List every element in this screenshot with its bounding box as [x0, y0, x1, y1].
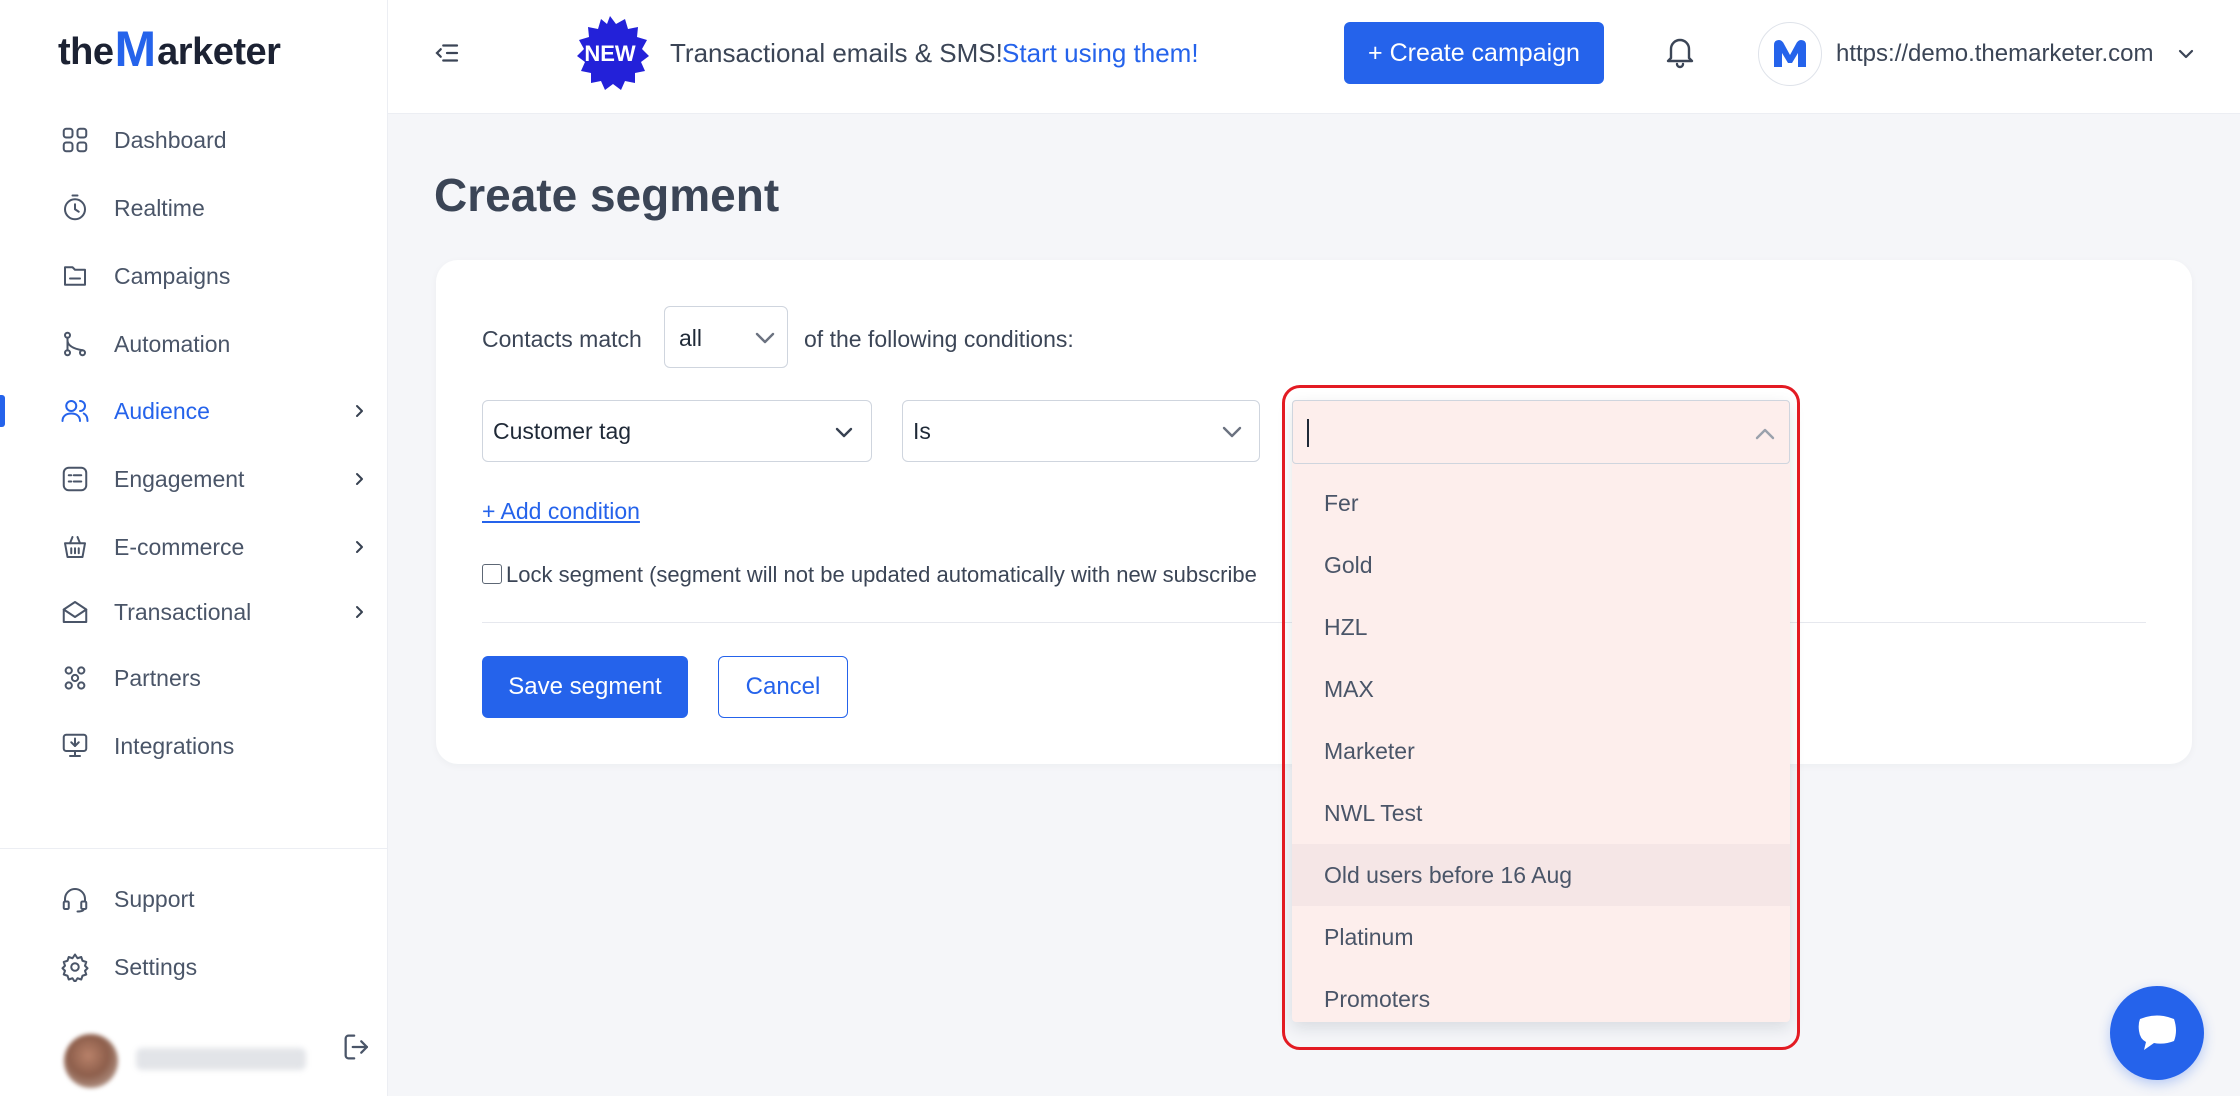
tag-option[interactable]: Platinum [1292, 906, 1790, 968]
save-segment-button[interactable]: Save segment [482, 656, 688, 718]
tag-option[interactable]: Gold [1292, 534, 1790, 596]
sidebar-item-label: Partners [114, 664, 201, 691]
new-badge-label: NEW [584, 41, 636, 66]
top-header: NEW Transactional emails & SMS! Start us… [388, 0, 2240, 114]
promo-link[interactable]: Start using them! [1002, 38, 1199, 69]
sidebar-item-realtime[interactable]: Realtime [0, 180, 388, 236]
user-name-blurred [136, 1048, 306, 1070]
page-title: Create segment [434, 169, 780, 221]
sidebar-item-label: Dashboard [114, 126, 227, 153]
logout-icon[interactable] [340, 1030, 374, 1064]
new-badge: NEW [570, 14, 650, 94]
condition-operator-select[interactable]: Is [902, 400, 1260, 462]
sidebar-item-label: E-commerce [114, 533, 245, 560]
sidebar: the Marketer Dashboard Realtime Campaigns Au… [0, 0, 388, 1096]
sidebar-item-automation[interactable]: Automation [0, 316, 388, 372]
text-caret [1307, 419, 1309, 447]
partners-icon [58, 661, 92, 695]
avatar[interactable] [64, 1034, 118, 1088]
tag-option[interactable]: Promoters [1292, 968, 1790, 1022]
sidebar-item-label: Engagement [114, 465, 245, 492]
chat-list-icon [58, 462, 92, 496]
folder-icon [58, 259, 92, 293]
sidebar-item-e-commerce[interactable]: E-commerce [0, 519, 388, 575]
sidebar-item-label: Automation [114, 330, 231, 357]
tag-option[interactable]: Fer [1292, 476, 1790, 534]
condition-operator-value: Is [913, 418, 931, 444]
tag-option[interactable]: Old users before 16 Aug [1292, 844, 1790, 906]
bell-icon[interactable] [1662, 32, 1698, 72]
sidebar-item-label: Transactional [114, 598, 252, 625]
monitor-download-icon [58, 729, 92, 763]
envelope-open-icon [58, 595, 92, 629]
active-indicator [0, 395, 5, 427]
tag-option[interactable]: NWL Test [1292, 782, 1790, 844]
tag-value-input[interactable] [1292, 400, 1790, 464]
condition-field-value: Customer tag [493, 418, 632, 444]
tag-options-list: Fer Gold HZL MAX Marketer NWL Test Old users b… [1292, 476, 1790, 1022]
lock-segment-label: Lock segment (segment will not be update… [506, 562, 1257, 587]
sidebar-item-integrations[interactable]: Integrations [0, 718, 388, 774]
chevron-right-icon [350, 603, 368, 621]
basket-icon [58, 530, 92, 564]
sidebar-item-label: Integrations [114, 732, 235, 759]
condition-field-select[interactable]: Customer tag [482, 400, 872, 462]
logo[interactable]: the Marketer [58, 18, 281, 77]
sidebar-item-campaigns[interactable]: Campaigns [0, 248, 388, 304]
account-url[interactable]: https://demo.themarketer.com [1836, 40, 2153, 68]
chevron-down-icon[interactable] [2176, 44, 2196, 64]
chevron-down-icon [1222, 426, 1242, 438]
tag-option[interactable]: MAX [1292, 658, 1790, 720]
chevron-up-icon[interactable] [1753, 423, 1777, 445]
sidebar-item-engagement[interactable]: Engagement [0, 451, 388, 507]
grid-icon [58, 123, 92, 157]
sidebar-item-transactional[interactable]: Transactional [0, 584, 388, 640]
cancel-button[interactable]: Cancel [718, 656, 848, 718]
logo-m: M [114, 21, 157, 77]
chat-button[interactable] [2110, 986, 2204, 1080]
account-logo[interactable] [1758, 22, 1822, 86]
logo-text-arketer: arketer [157, 31, 281, 73]
users-icon [58, 394, 92, 428]
sidebar-item-dashboard[interactable]: Dashboard [0, 112, 388, 168]
tag-option[interactable]: Marketer [1292, 720, 1790, 782]
sidebar-item-label: Audience [114, 397, 210, 424]
sidebar-item-label: Campaigns [114, 262, 231, 289]
promo-text: Transactional emails & SMS! [670, 38, 1003, 68]
lock-segment-checkbox[interactable] [482, 564, 502, 584]
match-select[interactable]: all [664, 306, 788, 368]
following-conditions-label: of the following conditions: [804, 326, 1074, 352]
chevron-down-icon [835, 427, 853, 438]
sidebar-item-partners[interactable]: Partners [0, 650, 388, 706]
chevron-right-icon [350, 538, 368, 556]
chevron-right-icon [350, 402, 368, 420]
sidebar-item-label: Realtime [114, 194, 205, 221]
collapse-sidebar-icon[interactable] [432, 38, 462, 68]
create-campaign-button[interactable]: + Create campaign [1344, 22, 1604, 84]
chevron-right-icon [350, 470, 368, 488]
match-select-value: all [679, 325, 703, 351]
marketer-m-icon [1774, 40, 1806, 67]
sidebar-item-audience[interactable]: Audience [0, 383, 388, 439]
flow-icon [58, 327, 92, 361]
chat-bubble-icon [2138, 1015, 2176, 1050]
logo-text-the: the [58, 31, 114, 73]
tag-option[interactable]: HZL [1292, 596, 1790, 658]
chevron-down-icon [755, 332, 775, 344]
contacts-match-label: Contacts match [482, 326, 642, 352]
stopwatch-icon [58, 191, 92, 225]
add-condition-link[interactable]: + Add condition [482, 498, 640, 525]
